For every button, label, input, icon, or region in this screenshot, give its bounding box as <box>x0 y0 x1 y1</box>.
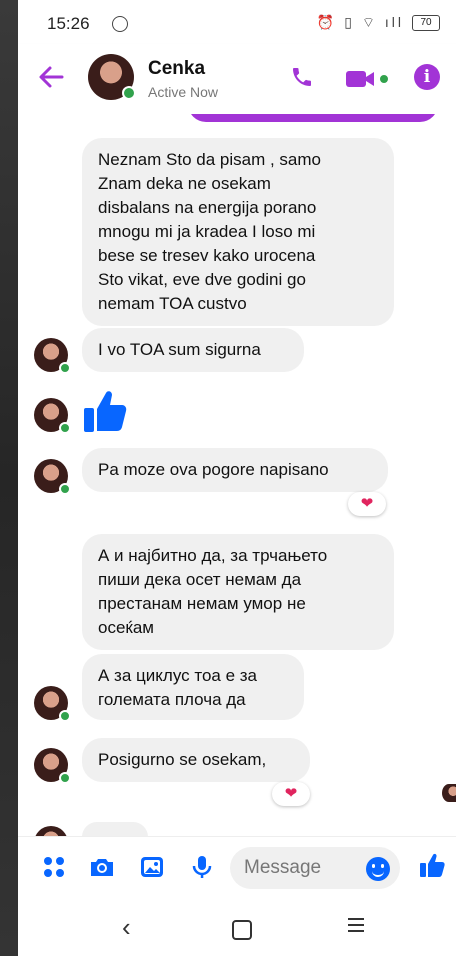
phone-screen: 15:26 ⏰ ▯ ⌔ ıll 70 Cenka Active Now i Ne… <box>18 0 456 956</box>
system-icons: ⏰ ▯ ⌔ ıll <box>316 14 404 30</box>
back-arrow-icon[interactable] <box>38 64 64 95</box>
nav-recents-icon[interactable] <box>348 918 364 932</box>
online-indicator <box>122 86 136 100</box>
back-arrow-svg <box>39 66 64 88</box>
sender-avatar[interactable] <box>34 826 68 836</box>
contact-name[interactable]: Cenka <box>148 58 205 80</box>
received-message-bubble[interactable]: Pa moze ova pogore napisano <box>82 448 388 492</box>
message-composer: Message <box>18 836 456 899</box>
conversation-area[interactable]: Neznam Sto da pisam , samo Znam deka ne … <box>18 114 456 836</box>
thumbs-up-sticker-icon[interactable] <box>82 388 130 434</box>
emoji-icon[interactable] <box>366 857 390 881</box>
online-indicator <box>59 362 71 374</box>
messenger-notification-icon <box>112 16 128 32</box>
camera-icon[interactable] <box>88 853 116 881</box>
sender-avatar[interactable] <box>34 398 71 434</box>
sender-avatar[interactable] <box>34 686 71 722</box>
received-message-bubble[interactable]: I vo TOA sum sigurna <box>82 328 304 372</box>
info-icon[interactable]: i <box>414 64 440 90</box>
online-indicator <box>59 422 71 434</box>
nav-back-icon[interactable]: ‹ <box>122 912 131 943</box>
status-time: 15:26 <box>47 14 90 33</box>
heart-reaction-icon[interactable]: ❤ <box>272 782 310 806</box>
sender-avatar[interactable] <box>34 338 71 374</box>
thumbs-up-icon[interactable] <box>418 851 446 879</box>
online-indicator <box>59 772 71 784</box>
video-call-icon[interactable] <box>346 70 390 88</box>
sender-avatar[interactable] <box>34 459 71 495</box>
chat-header: Cenka Active Now i <box>18 44 456 114</box>
online-indicator <box>59 710 71 722</box>
presence-status: Active Now <box>148 84 219 100</box>
contact-avatar[interactable] <box>88 54 136 100</box>
status-bar: 15:26 ⏰ ▯ ⌔ ıll 70 <box>18 0 456 44</box>
received-message-bubble[interactable]: Neznam Sto da pisam , samo Znam deka ne … <box>82 138 394 326</box>
apps-icon[interactable] <box>40 853 68 881</box>
sent-message-bubble[interactable] <box>188 114 438 122</box>
phone-call-icon[interactable] <box>290 64 314 90</box>
seen-avatar <box>442 784 456 802</box>
received-message-bubble[interactable] <box>82 822 148 836</box>
microphone-icon[interactable] <box>188 853 216 881</box>
nav-home-icon[interactable] <box>232 920 252 940</box>
gallery-icon[interactable] <box>138 853 166 881</box>
battery-indicator: 70 <box>412 15 440 31</box>
received-message-bubble[interactable]: А за циклус тоа е за големата плоча да <box>82 654 304 720</box>
online-indicator <box>59 483 71 495</box>
system-navigation-bar: ‹ <box>18 898 456 956</box>
received-message-bubble[interactable]: Posigurno se osekam, <box>82 738 310 782</box>
sender-avatar[interactable] <box>34 748 71 784</box>
heart-reaction-icon[interactable]: ❤ <box>348 492 386 516</box>
received-message-bubble[interactable]: А и најбитно да, за трчањето пиши дека о… <box>82 534 394 650</box>
